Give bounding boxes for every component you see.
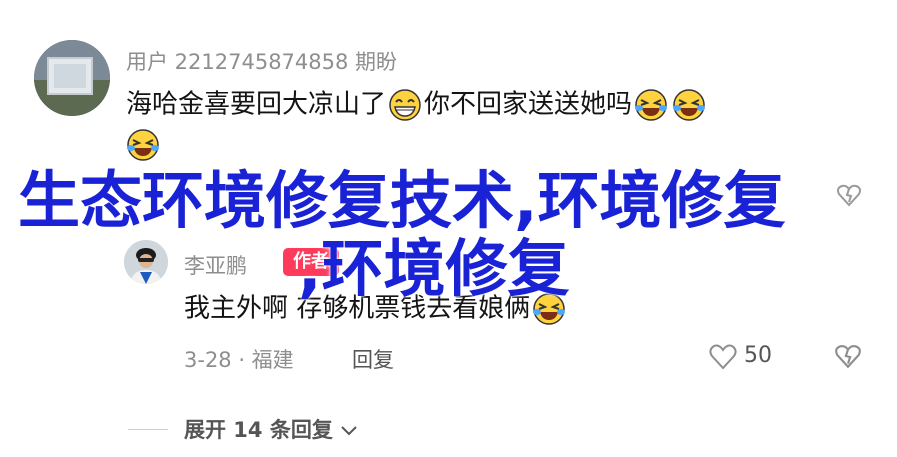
overlay-title-line1: 生态环境修复技术,环境修复: [18, 164, 786, 237]
overlay-title-line2: ,环境修复: [298, 232, 570, 305]
divider: [128, 429, 168, 430]
expand-replies-label: 展开 14 条回复: [184, 418, 333, 442]
comment-text-part2: 你不回家送送她吗: [424, 89, 633, 120]
dislike-icon[interactable]: [836, 182, 862, 208]
reply-date-location: 3-28 · 福建: [184, 348, 294, 372]
chevron-down-icon: [341, 426, 357, 436]
expand-replies-button[interactable]: 展开 14 条回复: [184, 414, 358, 444]
reply-username[interactable]: 李亚鹏: [184, 250, 247, 280]
reply-button[interactable]: 回复: [352, 344, 394, 374]
avatar[interactable]: [34, 40, 110, 116]
laugh-cry-emoji-icon: [127, 129, 159, 161]
comment-text-part1: 海哈金喜要回大凉山了: [126, 89, 387, 120]
comment-username[interactable]: 用户 2212745874858 期盼: [126, 46, 397, 76]
like-icon[interactable]: [708, 342, 738, 370]
laugh-cry-emoji-icon: [673, 89, 706, 121]
laugh-cry-emoji-icon: [635, 89, 668, 121]
comment-text: 海哈金喜要回大凉山了 你不回家送送她吗: [126, 88, 708, 122]
grin-emoji-icon: [389, 89, 421, 121]
dislike-icon[interactable]: [834, 342, 862, 370]
avatar[interactable]: [124, 240, 168, 284]
like-count: 50: [744, 343, 772, 368]
